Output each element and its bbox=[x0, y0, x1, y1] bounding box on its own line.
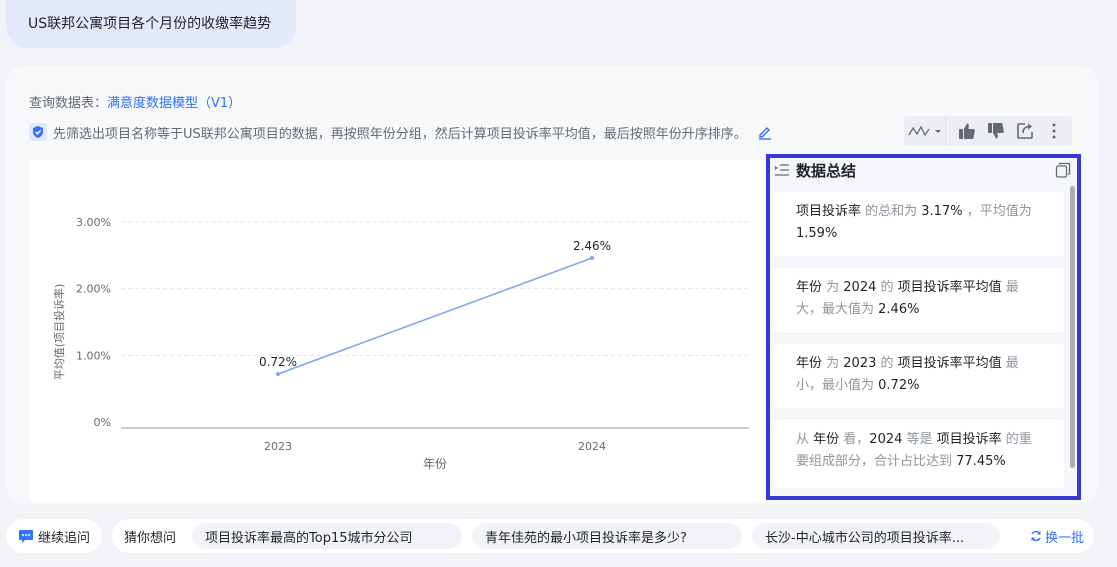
y-axis-title: 平均值(项目投诉率) bbox=[52, 284, 66, 381]
summary-card: 年份 为 2023 的 项目投诉率平均值 最小，最小值为 0.72% bbox=[774, 344, 1064, 408]
summary-card-text: 年份 为 2023 的 项目投诉率平均值 最小，最小值为 0.72% bbox=[796, 356, 1019, 393]
source-table-link[interactable]: 满意度数据模型（V1） bbox=[107, 96, 241, 111]
chart-type-button[interactable] bbox=[904, 116, 946, 146]
summary-card-text: 从 年份 看，2024 等是 项目投诉率 的重要组成部分，合计占比达到 77.4… bbox=[796, 432, 1032, 469]
source-line: 查询数据表：满意度数据模型（V1） bbox=[29, 92, 241, 111]
data-label: 2.46% bbox=[573, 239, 611, 253]
x-tick-label: 2023 bbox=[264, 440, 292, 453]
list-icon[interactable] bbox=[774, 162, 790, 178]
y-tick-label: 1.00% bbox=[76, 349, 111, 362]
refresh-icon bbox=[1031, 530, 1041, 542]
more-button[interactable] bbox=[1039, 116, 1068, 146]
summary-card-text: 年份 为 2024 的 项目投诉率平均值 最大，最大值为 2.46% bbox=[796, 280, 1019, 317]
user-query-text: US联邦公寓项目各个月份的收缴率趋势 bbox=[28, 16, 272, 32]
y-tick-label: 3.00% bbox=[76, 216, 111, 229]
more-icon bbox=[1052, 123, 1055, 139]
chart-card: 0% 1.00% 2.00% 3.00% 2023 2024 年份 平均值(项目投诉率) 0.7… bbox=[29, 160, 767, 502]
follow-up-button[interactable]: 继续追问 bbox=[6, 519, 102, 553]
data-label: 0.72% bbox=[259, 355, 297, 369]
thumbs-down-icon bbox=[987, 123, 1004, 139]
follow-up-label: 继续追问 bbox=[37, 530, 90, 546]
suggestion-chip[interactable]: 长沙-中心城市公司的项目投诉率... bbox=[752, 523, 1001, 549]
summary-card: 年份 为 2024 的 项目投诉率平均值 最大，最大值为 2.46% bbox=[774, 268, 1064, 332]
line-chart: 0% 1.00% 2.00% 3.00% 2023 2024 年份 平均值(项目投诉率) 0.7… bbox=[52, 216, 749, 471]
dislike-button[interactable] bbox=[981, 116, 1010, 146]
shield-icon bbox=[29, 123, 47, 141]
answer-panel: 查询数据表：满意度数据模型（V1） 先筛选出项目名称等于US联邦公寓项目的数据，… bbox=[6, 66, 1098, 504]
x-tick-label: 2024 bbox=[578, 440, 606, 453]
summary-card: 从 年份 看，2024 等是 项目投诉率 的重要组成部分，合计占比达到 77.4… bbox=[774, 420, 1064, 488]
suggestion-chip[interactable]: 青年佳苑的最小项目投诉率是多少? bbox=[472, 523, 743, 549]
description-text: 先筛选出项目名称等于US联邦公寓项目的数据，再按照年份分组，然后计算项目投诉率平… bbox=[53, 126, 747, 142]
refresh-button[interactable]: 换一批 bbox=[1030, 519, 1084, 553]
summary-header: 数据总结 bbox=[770, 158, 1077, 182]
copy-icon[interactable] bbox=[1055, 162, 1071, 178]
source-label: 查询数据表： bbox=[29, 96, 108, 111]
summary-title: 数据总结 bbox=[796, 161, 857, 180]
summary-card: 项目投诉率 的总和为 3.17% ，平均值为 1.59% bbox=[774, 192, 1064, 256]
series-line bbox=[277, 257, 593, 375]
suggestion-chip[interactable]: 项目投诉率最高的Top15城市分公司 bbox=[192, 523, 463, 549]
share-button[interactable] bbox=[1010, 116, 1039, 146]
y-tick-label: 0% bbox=[94, 416, 111, 429]
share-icon bbox=[1016, 123, 1033, 139]
data-point bbox=[276, 372, 280, 376]
refresh-label: 换一批 bbox=[1044, 530, 1084, 546]
summary-card-text: 项目投诉率 的总和为 3.17% ，平均值为 1.59% bbox=[796, 204, 1032, 241]
user-query-bubble: US联邦公寓项目各个月份的收缴率趋势 bbox=[6, 0, 296, 48]
data-summary-panel: 数据总结 项目投诉率 的总和为 3.17% ，平均值为 1.59% 年份 为 2… bbox=[766, 154, 1081, 500]
summary-scrollbar[interactable] bbox=[1070, 186, 1075, 468]
query-description: 先筛选出项目名称等于US联邦公寓项目的数据，再按照年份分组，然后计算项目投诉率平… bbox=[29, 122, 773, 142]
answer-toolbar bbox=[904, 116, 1072, 146]
suggestion-footer: 继续追问 猜你想问 项目投诉率最高的Top15城市分公司 青年佳苑的最小项目投诉… bbox=[6, 519, 1096, 553]
data-point bbox=[590, 256, 594, 260]
edit-icon[interactable] bbox=[757, 124, 773, 140]
thumbs-up-icon bbox=[958, 123, 975, 139]
like-button[interactable] bbox=[952, 116, 981, 146]
guess-label: 猜你想问 bbox=[124, 530, 177, 546]
y-tick-label: 2.00% bbox=[76, 283, 111, 296]
guess-bar: 猜你想问 项目投诉率最高的Top15城市分公司 青年佳苑的最小项目投诉率是多少?… bbox=[112, 519, 1094, 553]
chat-icon bbox=[18, 530, 33, 543]
line-chart-icon bbox=[907, 125, 941, 137]
x-axis-title: 年份 bbox=[423, 457, 447, 471]
